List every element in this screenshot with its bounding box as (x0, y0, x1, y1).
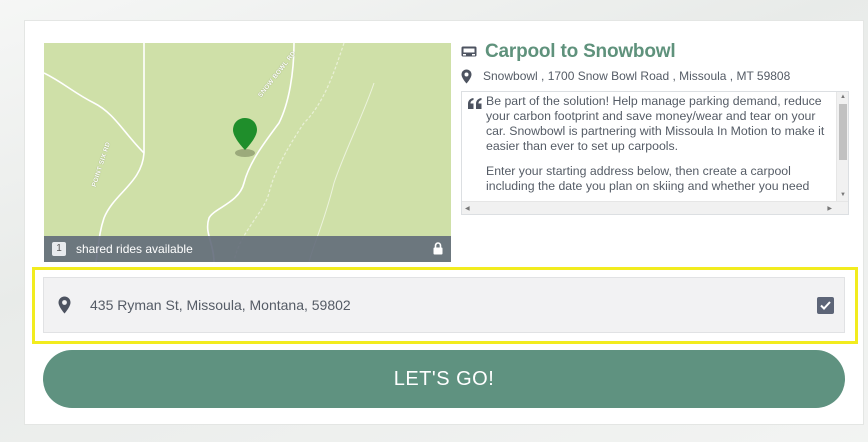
start-address-input[interactable] (90, 297, 770, 313)
scroll-up-arrow-icon[interactable]: ▲ (840, 94, 846, 100)
lets-go-button[interactable]: LET'S GO! (43, 350, 845, 408)
quote-icon (468, 98, 482, 109)
description-box[interactable]: Be part of the solution! Help manage par… (461, 91, 849, 215)
map-footer: 1 shared rides available (44, 236, 451, 262)
rides-available-label: shared rides available (76, 242, 193, 256)
lock-icon[interactable] (433, 242, 443, 255)
vertical-scroll-thumb[interactable] (839, 104, 847, 160)
rides-count-badge: 1 (52, 242, 66, 256)
map-pin-icon[interactable] (231, 116, 259, 158)
title-row: Carpool to Snowbowl (461, 41, 861, 63)
event-address-row: Snowbowl , 1700 Snow Bowl Road , Missoul… (461, 67, 861, 85)
address-confirm-checkbox[interactable] (817, 297, 834, 314)
scroll-down-arrow-icon[interactable]: ▼ (840, 192, 846, 198)
location-pin-icon (58, 296, 71, 314)
vertical-scrollbar[interactable]: ▲ ▼ (836, 92, 848, 202)
start-address-field[interactable] (43, 277, 845, 333)
description-paragraph: Be part of the solution! Help manage par… (486, 94, 825, 153)
checkmark-icon (820, 301, 831, 310)
location-pin-icon (461, 69, 472, 83)
horizontal-scrollbar[interactable]: ◀ ▶ (462, 201, 848, 214)
event-info: Carpool to Snowbowl Snowbowl , 1700 Snow… (461, 41, 861, 215)
carpool-card: SNOW BOWL RD POINT SIX RD 1 shared rides… (24, 20, 864, 425)
event-title: Carpool to Snowbowl (485, 41, 676, 62)
description-paragraph: Enter your starting address below, then … (486, 164, 810, 193)
description-text: Be part of the solution! Help manage par… (486, 94, 831, 204)
scroll-left-arrow-icon[interactable]: ◀ (465, 205, 470, 212)
bus-icon (461, 46, 477, 57)
scroll-right-arrow-icon[interactable]: ▶ (827, 205, 832, 212)
event-address: Snowbowl , 1700 Snow Bowl Road , Missoul… (483, 69, 791, 83)
map-view[interactable]: SNOW BOWL RD POINT SIX RD 1 shared rides… (44, 43, 451, 262)
